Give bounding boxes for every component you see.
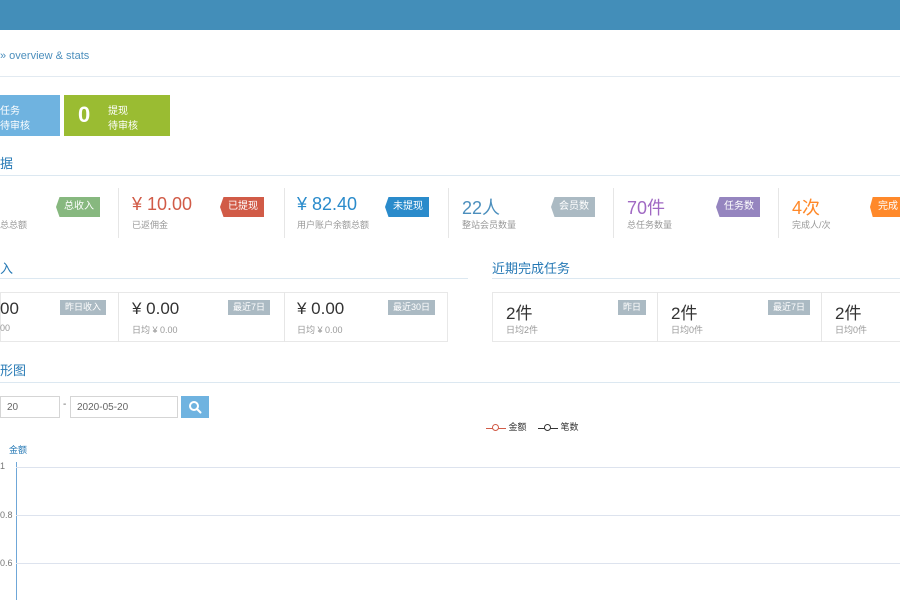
stat-caption: 用户账户余额总额	[297, 220, 370, 230]
income-average: 日均 ¥ 0.00	[132, 325, 178, 335]
y-tick-label: 1	[0, 461, 6, 471]
ribbon-total-income: 总收入	[56, 197, 100, 217]
ribbon-completions: 完成	[870, 197, 900, 217]
tag-yesterday: 昨日	[618, 300, 647, 315]
tag-yesterday: 昨日收入	[60, 300, 107, 315]
income-yesterday: 00 00 昨日收入	[0, 292, 118, 342]
stat-value: ¥ 82.40	[297, 194, 358, 214]
income-30days: ¥ 0.00 日均 ¥ 0.00 最近30日	[297, 292, 445, 342]
divider	[284, 188, 285, 238]
stat-caption: 已返佣金	[132, 220, 169, 230]
stat-value: 4次	[792, 198, 821, 218]
tasks-average: 日均0件	[671, 325, 704, 335]
legend-label: 金额	[508, 422, 527, 432]
tag-7days: 最近7日	[228, 300, 271, 315]
pending-task-tile[interactable]: 任务 待审核	[0, 95, 60, 136]
breadcrumb: » overview & stats	[0, 50, 90, 62]
search-icon	[189, 401, 202, 414]
tile-label: 提现	[108, 106, 128, 117]
income-average: 00	[0, 323, 11, 333]
stat-tasks: 70件 总任务数量 任务数	[627, 188, 772, 238]
divider	[118, 292, 119, 342]
section-divider	[0, 382, 900, 383]
gridline	[16, 467, 900, 468]
date-from-input[interactable]: 20	[0, 396, 60, 418]
stat-value: ¥ 10.00	[132, 194, 193, 214]
legend-swatch-dark	[538, 423, 558, 433]
chart-section-title: 形图	[0, 363, 27, 378]
tasks-30days: 2件 日均0件	[835, 292, 900, 342]
divider	[448, 188, 449, 238]
tag-7days: 最近7日	[768, 300, 811, 315]
tasks-yesterday: 2件 日均2件 昨日	[506, 292, 652, 342]
gridline	[16, 515, 900, 516]
tasks-average: 日均2件	[506, 325, 539, 335]
tasks-section-title: 近期完成任务	[492, 261, 571, 276]
stat-value: 70件	[627, 198, 666, 218]
y-axis-line	[16, 462, 17, 600]
y-tick-label: 0.8	[0, 510, 13, 520]
divider	[118, 188, 119, 238]
tile-sublabel: 待审核	[0, 121, 30, 132]
divider	[778, 188, 779, 238]
ribbon-withdrawn: 已提现	[220, 197, 264, 217]
income-average: 日均 ¥ 0.00	[297, 325, 343, 335]
legend-item-amount[interactable]: 金额	[486, 420, 527, 433]
income-value: 00	[0, 299, 19, 318]
stats-section-title: 据	[0, 156, 14, 171]
stat-total-income: 总总额 总收入	[0, 188, 112, 238]
stat-withdrawn: ¥ 10.00 已返佣金 已提现	[132, 188, 277, 238]
ribbon-tasks: 任务数	[716, 197, 760, 217]
tile-sublabel: 待审核	[108, 121, 138, 132]
divider	[657, 292, 658, 342]
tasks-value: 2件	[835, 304, 862, 323]
tile-label: 任务	[0, 106, 20, 117]
y-axis-label: 金额	[9, 445, 28, 455]
income-section-title: 入	[0, 261, 14, 276]
legend-label: 笔数	[560, 422, 579, 432]
stat-caption: 总任务数量	[627, 220, 673, 230]
stat-caption: 总总额	[0, 220, 28, 230]
income-7days: ¥ 0.00 日均 ¥ 0.00 最近7日	[132, 292, 280, 342]
stat-members: 22人 整站会员数量 会员数	[462, 188, 607, 238]
date-to-input[interactable]: 2020-05-20	[70, 396, 178, 418]
income-value: ¥ 0.00	[132, 299, 180, 318]
stat-caption: 完成人/次	[792, 220, 831, 230]
tag-30days: 最近30日	[388, 300, 436, 315]
income-value: ¥ 0.00	[297, 299, 345, 318]
tasks-value: 2件	[506, 304, 533, 323]
tasks-7days: 2件 日均0件 最近7日	[671, 292, 817, 342]
stat-caption: 整站会员数量	[462, 220, 517, 230]
divider	[284, 292, 285, 342]
tile-count: 0	[78, 102, 91, 127]
gridline	[16, 563, 900, 564]
pending-withdraw-tile[interactable]: 0 提现 待审核	[64, 95, 170, 136]
stat-not-withdrawn: ¥ 82.40 用户账户余额总额 未提现	[297, 188, 442, 238]
y-tick-label: 0.6	[0, 558, 13, 568]
stat-completions: 4次 完成人/次 完成	[792, 188, 900, 238]
legend-swatch-red	[486, 423, 506, 433]
tasks-average: 日均0件	[835, 325, 868, 335]
legend-item-count[interactable]: 笔数	[538, 420, 579, 433]
divider	[613, 188, 614, 238]
section-divider	[0, 278, 468, 279]
stat-value: 22人	[462, 198, 501, 218]
ribbon-not-withdrawn: 未提现	[385, 197, 429, 217]
tasks-value: 2件	[671, 304, 698, 323]
divider	[821, 292, 822, 342]
section-divider	[0, 175, 900, 176]
top-navbar	[0, 0, 900, 30]
breadcrumb-divider	[0, 76, 900, 77]
ribbon-members: 会员数	[551, 197, 595, 217]
search-button[interactable]	[181, 396, 209, 418]
section-divider	[492, 278, 900, 279]
date-separator: -	[63, 399, 67, 410]
